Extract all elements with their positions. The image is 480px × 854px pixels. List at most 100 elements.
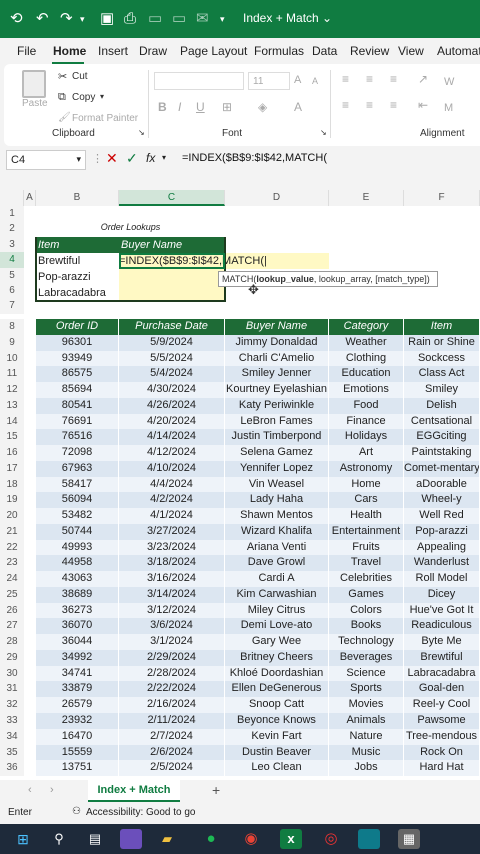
table-cell[interactable]: 3/12/2024: [119, 602, 225, 619]
table-cell[interactable]: Appealing: [404, 539, 480, 556]
row-header[interactable]: 5: [0, 267, 24, 283]
underline-icon[interactable]: U: [196, 100, 205, 114]
table-cell[interactable]: Pop-arazzi: [404, 523, 480, 540]
tab-home[interactable]: Home: [53, 44, 86, 58]
table-cell[interactable]: 2/29/2024: [119, 649, 225, 666]
more-icon[interactable]: ▾: [220, 9, 225, 29]
col-header-d[interactable]: D: [225, 190, 329, 206]
add-sheet-icon[interactable]: +: [212, 782, 220, 798]
table-cell[interactable]: Sports: [329, 681, 404, 698]
accessibility-icon[interactable]: ⚇: [72, 806, 81, 817]
table-cell[interactable]: Games: [329, 586, 404, 603]
row-header[interactable]: 30: [0, 665, 24, 682]
align-left-icon[interactable]: ≡: [342, 98, 349, 112]
table-cell[interactable]: Brewtiful: [404, 649, 480, 666]
row-header[interactable]: 18: [0, 476, 24, 493]
table-cell[interactable]: 4/30/2024: [119, 382, 225, 398]
dropdown-icon[interactable]: ▾: [80, 9, 85, 29]
row-header[interactable]: 7: [0, 298, 24, 314]
lookup-item[interactable]: Pop-arazzi: [36, 269, 119, 285]
table-cell[interactable]: Kim Carwashian: [225, 586, 329, 603]
table-cell[interactable]: 2/28/2024: [119, 665, 225, 682]
table-cell[interactable]: 36070: [36, 618, 119, 635]
table-cell[interactable]: Gary Wee: [225, 634, 329, 650]
fx-chevron-icon[interactable]: ▾: [162, 153, 166, 162]
lookup-item[interactable]: Brewtiful: [36, 253, 119, 269]
table-cell[interactable]: Ellen DeGenerous: [225, 681, 329, 698]
table-cell[interactable]: Beyonce Knows: [225, 713, 329, 729]
enter-icon[interactable]: ✓: [126, 150, 138, 167]
recorder-icon[interactable]: ◎: [320, 829, 342, 849]
col-header-b[interactable]: B: [36, 190, 119, 206]
row-header[interactable]: 14: [0, 413, 24, 430]
open-icon[interactable]: ▭: [148, 9, 162, 29]
table-cell[interactable]: Lady Haha: [225, 492, 329, 509]
table-cell[interactable]: 72098: [36, 445, 119, 461]
table-cell[interactable]: Home: [329, 476, 404, 493]
row-header[interactable]: 3: [0, 236, 24, 253]
table-cell[interactable]: Cars: [329, 492, 404, 509]
orientation-icon[interactable]: ↗: [418, 72, 428, 86]
row-header[interactable]: 36: [0, 760, 24, 777]
table-cell[interactable]: Education: [329, 366, 404, 383]
table-cell[interactable]: Jobs: [329, 760, 404, 777]
table-cell[interactable]: Jimmy Donaldad: [225, 334, 329, 351]
table-cell[interactable]: Well Red: [404, 508, 480, 524]
table-cell[interactable]: Emotions: [329, 382, 404, 398]
table-cell[interactable]: 5/9/2024: [119, 334, 225, 351]
table-cell[interactable]: Finance: [329, 413, 404, 430]
table-cell[interactable]: 5/5/2024: [119, 350, 225, 367]
table-cell[interactable]: EGGciting: [404, 429, 480, 446]
table-cell[interactable]: Hue've Got It: [404, 602, 480, 619]
table-cell[interactable]: 38689: [36, 586, 119, 603]
tab-review[interactable]: Review: [350, 44, 389, 58]
col-header-e[interactable]: E: [329, 190, 404, 206]
table-cell[interactable]: Goal-den: [404, 681, 480, 698]
row-header[interactable]: 33: [0, 713, 24, 729]
tab-draw[interactable]: Draw: [139, 44, 167, 58]
table-cell[interactable]: 76691: [36, 413, 119, 430]
autosave-icon[interactable]: ⟲: [10, 9, 23, 29]
table-cell[interactable]: 2/7/2024: [119, 728, 225, 745]
table-header[interactable]: Category: [329, 319, 404, 335]
insert-function-icon[interactable]: fx: [146, 151, 155, 165]
table-cell[interactable]: Entertainment: [329, 523, 404, 540]
table-cell[interactable]: 80541: [36, 397, 119, 414]
table-cell[interactable]: Smiley: [404, 382, 480, 398]
excel-icon[interactable]: x: [280, 829, 302, 849]
row-header[interactable]: 28: [0, 634, 24, 650]
table-cell[interactable]: aDoorable: [404, 476, 480, 493]
more-options-icon[interactable]: ⋮: [92, 152, 103, 165]
table-cell[interactable]: Sockcess: [404, 350, 480, 367]
table-cell[interactable]: Dicey: [404, 586, 480, 603]
table-header[interactable]: Item: [404, 319, 480, 335]
row-header[interactable]: 2: [0, 221, 24, 237]
row-header[interactable]: 35: [0, 744, 24, 761]
table-cell[interactable]: Food: [329, 397, 404, 414]
row-header[interactable]: 25: [0, 586, 24, 603]
table-cell[interactable]: 23932: [36, 713, 119, 729]
table-cell[interactable]: 53482: [36, 508, 119, 524]
table-cell[interactable]: 49993: [36, 539, 119, 556]
table-cell[interactable]: 16470: [36, 728, 119, 745]
chrome-icon[interactable]: ◉: [240, 829, 262, 849]
table-cell[interactable]: Fruits: [329, 539, 404, 556]
app-icon[interactable]: [358, 829, 380, 849]
table-cell[interactable]: 15559: [36, 744, 119, 761]
email-icon[interactable]: ✉: [196, 9, 209, 29]
table-cell[interactable]: Weather: [329, 334, 404, 351]
table-cell[interactable]: 93949: [36, 350, 119, 367]
table-cell[interactable]: 4/2/2024: [119, 492, 225, 509]
table-cell[interactable]: 67963: [36, 460, 119, 477]
table-cell[interactable]: 4/26/2024: [119, 397, 225, 414]
tab-view[interactable]: View: [398, 44, 424, 58]
table-cell[interactable]: Kourtney Eyelashian: [225, 382, 329, 398]
col-header-a[interactable]: A: [24, 190, 36, 206]
table-cell[interactable]: Books: [329, 618, 404, 635]
table-cell[interactable]: Wanderlust: [404, 555, 480, 572]
table-cell[interactable]: Art: [329, 445, 404, 461]
table-cell[interactable]: Movies: [329, 697, 404, 713]
app-icon[interactable]: [120, 829, 142, 849]
sheet-tab-index-match[interactable]: Index + Match: [88, 780, 180, 802]
table-cell[interactable]: Pawsome: [404, 713, 480, 729]
